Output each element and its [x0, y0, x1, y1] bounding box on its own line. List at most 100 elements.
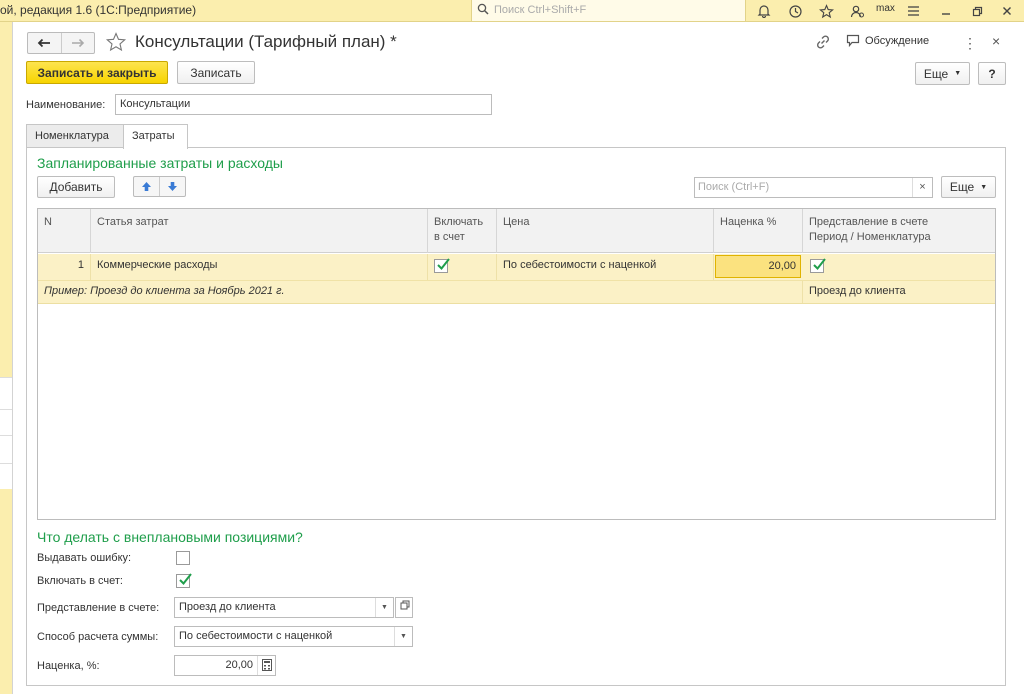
column-include[interactable]: Включать в счет [428, 209, 497, 253]
close-form-icon[interactable]: × [992, 33, 1000, 49]
column-repr-line2: Период / Номенклатура [809, 231, 931, 243]
name-label: Наименование: [26, 99, 106, 111]
row-repr-text[interactable]: Проезд до клиента [803, 281, 995, 303]
representation-value: Проезд до клиента [179, 601, 276, 613]
row-cost-item[interactable]: Коммерческие расходы [91, 254, 428, 280]
discussion-label: Обсуждение [865, 34, 930, 47]
row-price[interactable]: По себестоимости с наценкой [497, 254, 714, 280]
raise-error-checkbox[interactable] [176, 551, 190, 565]
markup-field[interactable]: 20,00 [174, 655, 276, 676]
checkmark-icon [437, 258, 450, 271]
row-repr-cell [803, 254, 995, 280]
calculator-icon[interactable] [257, 656, 275, 675]
row-include-cell [428, 254, 497, 280]
app-title: ой, редакция 1.6 (1С:Предприятие) [0, 3, 197, 17]
chevron-down-icon[interactable]: ▼ [375, 598, 393, 617]
background-row [0, 435, 12, 463]
favorite-star-icon[interactable] [105, 31, 127, 53]
arrow-right-icon [71, 38, 85, 48]
raise-error-label: Выдавать ошибку: [37, 552, 132, 564]
arrow-left-icon [38, 38, 51, 48]
move-buttons [133, 176, 186, 197]
background-row [0, 409, 12, 435]
move-up-button[interactable] [134, 177, 159, 196]
back-button[interactable] [28, 33, 61, 53]
include-in-invoice-label: Включать в счет: [37, 575, 123, 587]
calc-method-label: Способ расчета суммы: [37, 631, 159, 643]
more-button[interactable]: Еще ▼ [915, 62, 970, 85]
row-include-checkbox[interactable] [434, 258, 450, 273]
calc-method-select[interactable]: По себестоимости с наценкой ▼ [174, 626, 413, 647]
app-titlebar: ой, редакция 1.6 (1С:Предприятие) Поиск … [0, 0, 1024, 22]
row-example-text: Пример: Проезд до клиента за Ноябрь 2021… [38, 281, 803, 303]
table-search-placeholder: Поиск (Ctrl+F) [698, 181, 770, 193]
column-representation[interactable]: Представление в счете Период / Номенклат… [803, 209, 995, 253]
navigation-buttons [27, 32, 95, 54]
include-in-invoice-checkbox[interactable] [176, 573, 192, 588]
more-button-label: Еще [923, 66, 949, 81]
settings-menu-icon[interactable] [904, 2, 922, 20]
restore-icon[interactable] [968, 2, 986, 20]
search-icon [477, 3, 489, 15]
table-more-button[interactable]: Еще ▼ [941, 176, 996, 198]
markup-value: 20,00 [225, 659, 253, 671]
chat-icon [846, 34, 860, 47]
table-search-input[interactable]: Поиск (Ctrl+F) × [694, 177, 933, 198]
add-button[interactable]: Добавить [37, 176, 115, 198]
column-include-line1: Включать [434, 216, 484, 228]
background-panel [0, 22, 12, 694]
user-name: max [876, 3, 895, 14]
global-search-placeholder: Поиск Ctrl+Shift+F [494, 4, 587, 16]
global-search-input[interactable]: Поиск Ctrl+Shift+F [471, 0, 746, 21]
column-n[interactable]: N [38, 209, 91, 253]
bell-icon[interactable] [755, 2, 773, 20]
column-price[interactable]: Цена [497, 209, 714, 253]
checkmark-icon [179, 573, 192, 586]
row-repr-checkbox[interactable] [810, 258, 826, 273]
costs-table: N Статья затрат Включать в счет Цена Нац… [37, 208, 996, 520]
favorites-star-icon[interactable] [817, 2, 835, 20]
history-icon[interactable] [786, 2, 804, 20]
help-button[interactable]: ? [978, 62, 1006, 85]
background-row [0, 463, 12, 489]
table-more-label: Еще [949, 180, 975, 194]
open-representation-button[interactable] [395, 597, 413, 618]
chevron-down-icon[interactable]: ▼ [394, 627, 412, 646]
chevron-down-icon: ▼ [954, 70, 962, 77]
arrow-up-icon [142, 182, 152, 191]
table-row-detail[interactable]: Пример: Проезд до клиента за Ноябрь 2021… [38, 280, 995, 304]
tab-costs[interactable]: Затраты [123, 124, 188, 149]
representation-field[interactable]: Проезд до клиента ▼ [174, 597, 394, 618]
background-row [0, 377, 12, 409]
minimize-icon[interactable] [937, 2, 955, 20]
column-repr-line1: Представление в счете [809, 216, 929, 228]
open-icon [400, 600, 410, 610]
form-window: Консультации (Тарифный план) * Обсуждени… [12, 22, 1024, 694]
clear-search-button[interactable]: × [912, 178, 932, 197]
more-actions-icon[interactable]: ⋮ [963, 35, 977, 52]
discussion-button[interactable]: Обсуждение [846, 34, 929, 47]
representation-label: Представление в счете: [37, 602, 160, 614]
user-icon[interactable] [848, 2, 866, 20]
tab-nomenclature[interactable]: Номенклатура [26, 124, 124, 148]
column-markup[interactable]: Наценка % [714, 209, 803, 253]
move-down-button[interactable] [159, 177, 185, 196]
planned-costs-title: Запланированные затраты и расходы [37, 155, 283, 171]
column-cost-item[interactable]: Статья затрат [91, 209, 428, 253]
unplanned-title: Что делать с внеплановыми позициями? [37, 529, 303, 545]
table-row[interactable]: 1 Коммерческие расходы По себестоимости … [38, 254, 995, 280]
save-and-close-button[interactable]: Записать и закрыть [26, 61, 168, 84]
name-field[interactable]: Консультации [115, 94, 492, 115]
row-number: 1 [38, 254, 91, 280]
markup-label: Наценка, %: [37, 660, 100, 672]
link-icon[interactable] [814, 33, 832, 51]
forward-button[interactable] [60, 33, 94, 53]
save-button[interactable]: Записать [177, 61, 255, 84]
calc-method-value: По себестоимости с наценкой [179, 630, 333, 642]
table-header: N Статья затрат Включать в счет Цена Нац… [38, 209, 995, 253]
close-window-icon[interactable] [998, 2, 1016, 20]
row-markup-input[interactable]: 20,00 [715, 255, 801, 278]
page-title: Консультации (Тарифный план) * [135, 32, 397, 51]
column-include-line2: в счет [434, 231, 465, 243]
chevron-down-icon: ▼ [980, 183, 988, 191]
